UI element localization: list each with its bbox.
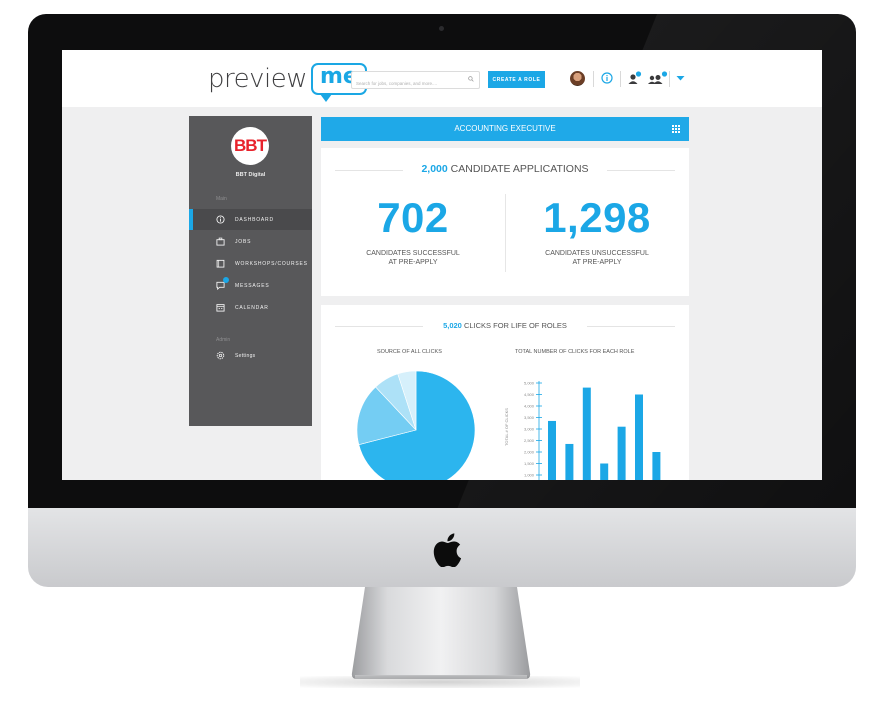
y-axis-label: TOTAL # OF CLICKS [504,408,509,446]
y-tick-label: 3,000 [524,427,535,432]
y-tick-label: 1,000 [524,473,535,478]
camera [439,26,444,31]
clicks-card: 5,020 CLICKS FOR LIFE OF ROLES SOURCE OF… [321,305,689,480]
successful-count: 702 [377,194,449,241]
sidebar-item-calendar[interactable]: CALENDAR [189,297,312,318]
message-badge [223,277,229,283]
y-tick-label: 4,000 [524,404,535,409]
group-notification-icon[interactable] [648,71,668,85]
sidebar-item-label: WORKSHOPS/COURSES [235,260,308,267]
y-tick-label: 5,000 [524,381,535,386]
role-title: ACCOUNTING EXECUTIVE [454,124,556,133]
top-navigation-bar: preview me CREATE A ROLE [62,50,822,107]
source-clicks-pie-chart [356,370,476,480]
successful-label-line: CANDIDATES SUCCESSFUL [366,250,460,257]
sidebar-item-label: JOBS [235,238,252,245]
bar-role-4 [600,463,609,480]
unsuccessful-label-line: AT PRE-APPLY [572,259,622,266]
applications-count: 2,000 [421,163,448,175]
user-avatar[interactable] [570,71,585,86]
sidebar-item-jobs[interactable]: JOBS [189,231,312,252]
bar-role-2 [565,443,574,480]
bar-role-1 [548,420,556,480]
sidebar-item-settings[interactable]: Settings [189,345,312,366]
clicks-per-role-bar-chart: 1,000 1,500 2,000 2,500 3,000 3,500 4,000 4,500… [504,381,661,480]
clicks-heading: 5,020 CLICKS FOR LIFE OF ROLES [321,321,689,330]
bar-role-7 [652,452,661,480]
sidebar-item-workshops[interactable]: WORKSHOPS/COURSES [189,253,312,274]
info-icon [216,215,225,224]
y-tick-label: 2,500 [524,438,535,443]
bar-role-5 [617,426,626,480]
successful-label: CANDIDATES SUCCESSFUL AT PRE-APPLY [321,249,505,267]
chevron-down-icon[interactable] [676,75,685,82]
topbar-divider [620,71,621,87]
sidebar-item-label: CALENDAR [235,304,269,311]
screen: preview me CREATE A ROLE [62,50,822,480]
sidebar-item-label: MESSAGES [235,282,270,289]
bar-role-3 [582,387,591,480]
topbar-divider [593,71,594,87]
app-logo[interactable]: preview me [208,58,367,102]
apple-logo-icon [433,533,462,567]
y-tick-label: 1,500 [524,461,535,466]
unsuccessful-label: CANDIDATES UNSUCCESSFUL AT PRE-APPLY [505,249,689,267]
y-tick-label: 3,500 [524,415,535,420]
briefcase-icon [216,237,225,246]
create-role-button[interactable]: CREATE A ROLE [488,71,545,88]
applications-card: 2,000 CANDIDATE APPLICATIONS 702 CANDIDA… [321,148,689,296]
successful-label-line: AT PRE-APPLY [388,259,438,266]
logo-text: preview [208,64,308,94]
info-icon[interactable] [601,72,613,84]
book-icon [216,259,225,268]
bar-role-6 [635,394,643,480]
sidebar-item-messages[interactable]: MESSAGES [189,275,312,296]
unsuccessful-label-line: CANDIDATES UNSUCCESSFUL [545,250,649,257]
monitor-stand [351,587,531,679]
sidebar-item-label: Settings [235,352,256,359]
calendar-icon [216,304,225,312]
y-tick-label: 4,500 [524,392,535,397]
sidebar-section-main: Main [216,196,227,202]
gear-icon [216,351,225,360]
clicks-count: 5,020 [443,321,462,330]
topbar-divider [669,71,670,87]
company-logo-text: BBT [234,136,267,155]
applications-heading: 2,000 CANDIDATE APPLICATIONS [321,163,689,175]
sidebar-item-dashboard[interactable]: DASHBOARD [189,209,312,230]
bar-chart-title: TOTAL NUMBER OF CLICKS FOR EACH ROLE [515,349,635,355]
company-name: BBT Digital [235,172,266,178]
sidebar-item-label: DASHBOARD [235,216,274,223]
unsuccessful-count: 1,298 [543,194,651,241]
applications-heading-text: CANDIDATE APPLICATIONS [450,163,589,175]
stand-shadow [300,676,580,688]
y-tick-label: 2,000 [524,450,535,455]
user-notification-icon[interactable] [628,71,642,85]
search-box[interactable] [351,71,480,91]
role-header-bar: ACCOUNTING EXECUTIVE [321,117,689,141]
clicks-heading-text: CLICKS FOR LIFE OF ROLES [463,321,567,330]
pie-chart-title: SOURCE OF ALL CLICKS [377,349,442,355]
company-logo: BBT [231,127,269,165]
grid-menu-icon[interactable] [672,125,680,133]
search-input[interactable] [352,76,468,91]
search-icon[interactable] [468,76,474,82]
sidebar-section-admin: Admin [216,337,231,343]
sidebar: BBT BBT Digital Main DASHBOARD JOBS WORK… [189,116,312,426]
